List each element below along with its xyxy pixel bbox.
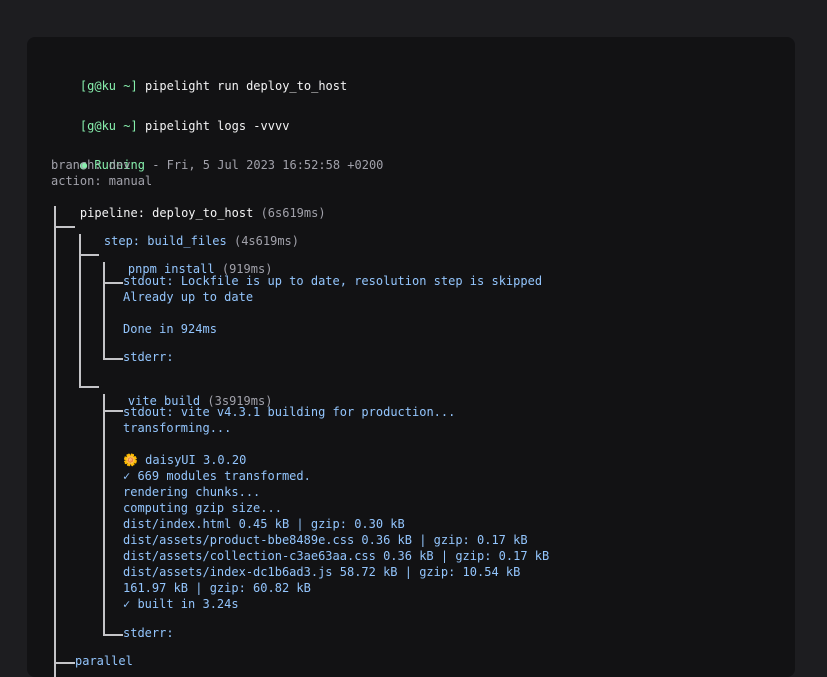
status-separator: - bbox=[152, 158, 160, 172]
stdout-text: 161.97 kB | gzip: 60.82 kB bbox=[123, 581, 311, 595]
stdout-1: stdout: Lockfile is up to date, resoluti… bbox=[123, 273, 542, 289]
tree-branch-pipeline bbox=[54, 206, 56, 677]
stdout-text: 🌼 daisyUI 3.0.20 bbox=[123, 453, 247, 467]
stdout-label: stdout: bbox=[123, 274, 174, 288]
stdout-text: Lockfile is up to date, resolution step … bbox=[180, 274, 543, 288]
tree-branch-step bbox=[79, 234, 81, 386]
tree-branch-command-1 bbox=[103, 262, 105, 358]
shell-command: pipelight run deploy_to_host bbox=[144, 79, 348, 93]
stdout-text: rendering chunks... bbox=[123, 485, 261, 499]
shell-command: pipelight logs -vvvv bbox=[144, 119, 290, 133]
shell-prompt: [g@ku ~] bbox=[79, 119, 138, 133]
stderr-1: stderr: bbox=[123, 350, 174, 364]
stderr-2: stderr: bbox=[123, 626, 174, 640]
terminal-window: [g@ku ~] pipelight run deploy_to_host [g… bbox=[27, 37, 795, 677]
stdout-label: stdout: bbox=[123, 405, 174, 419]
branch-line: branch: dev bbox=[51, 158, 131, 172]
action-line: action: manual bbox=[51, 174, 153, 188]
tree-connector-stderr-1 bbox=[103, 358, 123, 360]
tree-connector-command-1 bbox=[79, 254, 99, 256]
stdout-text: dist/index.html 0.45 kB | gzip: 0.30 kB bbox=[123, 517, 405, 531]
tree-connector-step bbox=[54, 226, 75, 228]
shell-prompt: [g@ku ~] bbox=[79, 79, 138, 93]
tree-connector-command-2 bbox=[79, 386, 99, 388]
stdout-text: transforming... bbox=[123, 421, 232, 435]
tree-connector-stderr-2 bbox=[103, 634, 123, 636]
stdout-text: dist/assets/collection-c3ae63aa.css 0.36… bbox=[123, 549, 550, 563]
tree-connector-stdout-2 bbox=[103, 410, 123, 412]
stdout-text: Already up to date bbox=[123, 290, 254, 304]
stdout-text: dist/assets/index-dc1b6ad3.js 58.72 kB |… bbox=[123, 565, 521, 579]
stdout-text: ✓ 669 modules transformed. bbox=[123, 469, 311, 483]
tree-branch-command-2 bbox=[103, 394, 105, 634]
tree-connector-stdout-1 bbox=[103, 282, 123, 284]
stdout-text: dist/assets/product-bbe8489e.css 0.36 kB… bbox=[123, 533, 528, 547]
stdout-text: computing gzip size... bbox=[123, 501, 282, 515]
stdout-text: vite v4.3.1 building for production... bbox=[180, 405, 456, 419]
stdout-2: stdout: vite v4.3.1 building for product… bbox=[123, 404, 455, 420]
status-date: Fri, 5 Jul 2023 16:52:58 +0200 bbox=[166, 158, 384, 172]
stdout-text: Done in 924ms bbox=[123, 322, 217, 336]
parallel-label: parallel bbox=[75, 654, 133, 668]
tree-connector-parallel bbox=[54, 662, 75, 664]
stdout-text: ✓ built in 3.24s bbox=[123, 597, 239, 611]
